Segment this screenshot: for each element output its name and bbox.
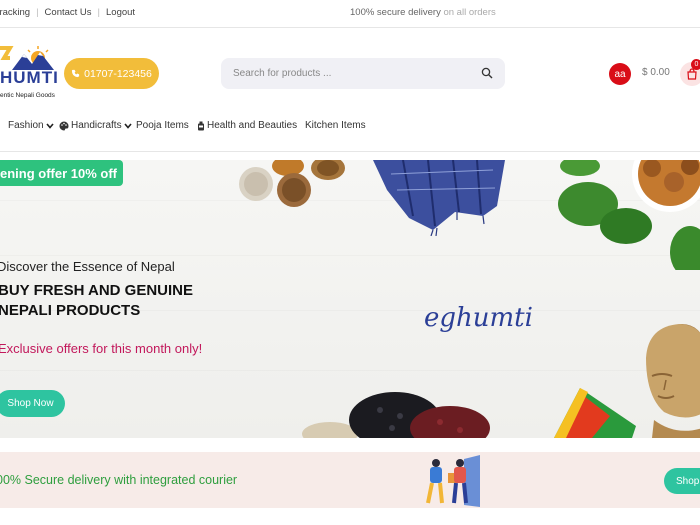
shop-button[interactable]: Shop [664,468,700,494]
separator: | [36,7,39,18]
fresh-greens-image [558,160,700,270]
opening-offer-tag: ening offer 10% off [0,160,123,186]
search-input[interactable] [233,65,473,82]
hero-offer-text: Exclusive offers for this month only! [0,341,203,356]
delivery-notice-main: 100% secure delivery [350,7,441,18]
hero-title-line2: NEPALI PRODUCTS [0,302,141,319]
user-avatar[interactable]: aa [609,63,631,85]
logout-link[interactable]: Logout [106,7,135,18]
nav-item-label: Kitchen Items [305,120,366,131]
cart-count-badge: 0 [691,59,700,70]
contact-us-link[interactable]: Contact Us [45,7,92,18]
nav-item-pooja-items[interactable]: Pooja Items [136,120,189,131]
delivery-promo-band: 00% Secure delivery with integrated cour… [0,452,700,508]
palette-icon [59,121,69,130]
logo-tagline: entic Nepali Goods [0,92,55,99]
handwoven-scarf-image [373,160,505,236]
phone-button[interactable]: 01707-123456 [64,58,159,89]
nav-item-handicrafts[interactable]: Handicrafts [59,120,132,131]
hero-banner: ening offer 10% off Discover the Essence… [0,160,700,438]
beans-image [302,392,490,438]
search-bar [221,58,505,89]
nav-item-fashion[interactable]: Fashion [8,120,54,131]
hero-title-line1: BUY FRESH AND GENUINE [0,282,194,299]
nav-item-label: Handicrafts [71,120,122,131]
nav-item-label: Fashion [8,120,44,131]
top-links: Tracking | Contact Us | Logout [0,7,135,18]
bottle-icon [198,121,204,130]
phone-icon [72,69,80,78]
cart-button[interactable]: 0 [680,59,700,86]
hero-subtitle: Discover the Essence of Nepal [0,259,175,274]
chevron-down-icon [45,122,54,129]
shop-now-button[interactable]: Shop Now [0,390,65,417]
cart-total: $ 0.00 [642,67,670,78]
top-bar: Tracking | Contact Us | Logout 100% secure d… [0,0,700,28]
nav-item-health-and-beauties[interactable]: Health and Beauties [197,120,297,131]
wood-grain [0,370,700,371]
nav-item-kitchen-items[interactable]: Kitchen Items [305,120,366,131]
hero-title: BUY FRESH AND GENUINE NEPALI PRODUCTS [0,281,228,321]
chevron-down-icon [123,122,132,129]
delivery-notice-rest: on all orders [443,7,496,18]
delivery-notice: 100% secure delivery on all orders [350,7,496,18]
delivery-promo-text: 00% Secure delivery with integrated cour… [0,473,238,487]
spice-bowls-image [239,160,345,207]
separator: | [97,7,101,18]
buddha-statue-image [646,324,700,438]
site-logo[interactable]: HUMTI entic Nepali Goods [0,44,64,104]
search-icon[interactable] [481,67,493,79]
nav-item-label: Pooja Items [136,120,189,131]
page: Tracking | Contact Us | Logout 100% secure d… [0,0,700,525]
nav-item-label: Health and Beauties [207,120,298,131]
main-nav: Fashion Handicrafts Pooja Items Health a… [0,116,700,136]
phone-number: 01707-123456 [84,67,152,80]
nav-divider [0,151,700,152]
hero-brand-wordmark: eghumti [424,303,533,333]
courier-illustration [426,455,480,507]
logo-text: HUMTI [0,68,59,87]
tracking-link[interactable]: Tracking [0,7,30,18]
snack-pack-image [554,388,636,438]
